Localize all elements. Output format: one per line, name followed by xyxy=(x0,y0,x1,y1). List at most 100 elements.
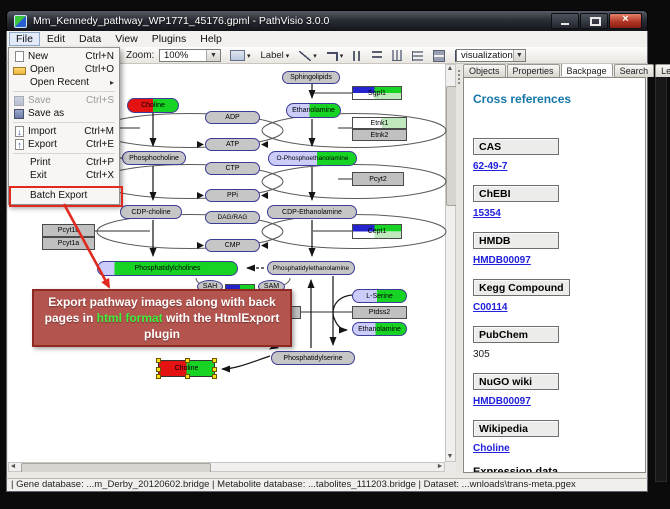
pathway-node-phosphatidylcholines[interactable]: Phosphatidylcholines xyxy=(97,261,238,276)
file-menu-import[interactable]: ImportCtrl+M xyxy=(9,125,119,138)
pathway-node-pcyt2[interactable]: Pcyt2 xyxy=(352,172,404,186)
file-menu-save[interactable]: SaveCtrl+S xyxy=(9,94,119,107)
pathway-node-choline-selected[interactable]: Choline xyxy=(158,360,215,377)
crossref-section-kegg-compound: Kegg CompoundC00114 xyxy=(473,278,639,313)
selection-handle[interactable] xyxy=(156,367,161,372)
crossref-link[interactable]: Choline xyxy=(473,443,639,454)
selection-handle[interactable] xyxy=(212,374,217,379)
tab-properties[interactable]: Properties xyxy=(507,64,560,77)
pathway-node-ethanolamine-top[interactable]: Ethanolamine xyxy=(286,103,341,118)
file-menu-open-recent[interactable]: Open Recent▸ xyxy=(9,76,119,89)
menu-shortcut: Ctrl+O xyxy=(79,64,114,75)
callout-highlight: html format xyxy=(97,311,163,325)
tab-legend[interactable]: Legend xyxy=(655,64,670,77)
selection-handle[interactable] xyxy=(156,374,161,379)
minimize-button[interactable] xyxy=(551,13,579,29)
zoom-value: 100% xyxy=(164,50,188,61)
stack-button[interactable] xyxy=(431,49,447,63)
file-menu-print[interactable]: PrintCtrl+P xyxy=(9,156,119,169)
tab-objects[interactable]: Objects xyxy=(463,64,506,77)
scroll-right-icon[interactable]: ► xyxy=(435,462,445,472)
tab-search[interactable]: Search xyxy=(614,64,655,77)
panel-splitter[interactable] xyxy=(456,64,462,472)
visualization-combobox[interactable]: visualization ▼ xyxy=(456,49,526,62)
pathway-node-pcyt1b[interactable]: Pcyt1b xyxy=(42,224,95,237)
menu-plugins[interactable]: Plugins xyxy=(145,32,193,46)
pathway-node-ctp[interactable]: CTP xyxy=(205,162,260,175)
menu-separator xyxy=(13,153,115,154)
chevron-down-icon[interactable]: ▼ xyxy=(206,50,220,61)
file-menu-export[interactable]: ExportCtrl+E xyxy=(9,138,119,151)
crossref-link[interactable]: HMDB00097 xyxy=(473,396,639,407)
file-menu-exit[interactable]: ExitCtrl+X xyxy=(9,169,119,182)
file-menu-dropdown: NewCtrl+NOpen Ctrl+OOpen Recent▸ SaveCtrl+… xyxy=(8,47,120,205)
line-icon xyxy=(299,51,311,61)
tab-backpage[interactable]: Backpage xyxy=(561,63,613,76)
pathway-node-cept1[interactable]: Cept1 xyxy=(352,224,402,239)
pathway-node-ptdss2[interactable]: Ptdss2 xyxy=(352,306,407,319)
selection-handle[interactable] xyxy=(185,374,190,379)
pathway-node-sphingolipids[interactable]: Sphingolipids xyxy=(282,71,340,84)
close-button[interactable] xyxy=(609,13,642,29)
scroll-left-icon[interactable]: ◄ xyxy=(8,462,18,472)
pathway-node-sgpl1[interactable]: Sgpl1 xyxy=(352,86,402,100)
align-vertical-center-button[interactable] xyxy=(370,49,384,63)
selection-handle[interactable] xyxy=(212,367,217,372)
pathway-node-o-phosphoethanolamine[interactable]: O-Phosphoethanolamine xyxy=(268,151,357,166)
maximize-button[interactable] xyxy=(580,13,608,29)
file-menu-new[interactable]: NewCtrl+N xyxy=(9,50,119,63)
connector-button[interactable]: ▾ xyxy=(325,49,346,63)
pathway-node-phosphatidylethanolamine[interactable]: Phosphatidylethanolamine xyxy=(267,261,355,275)
pathway-node-phosphatidylserine[interactable]: Phosphatidylserine xyxy=(271,351,355,365)
menu-file[interactable]: File xyxy=(9,32,40,46)
menu-view[interactable]: View xyxy=(108,32,145,46)
menu-item-label: Open xyxy=(30,64,54,75)
menu-data[interactable]: Data xyxy=(72,32,108,46)
selection-handle[interactable] xyxy=(185,358,190,363)
chevron-down-icon[interactable]: ▾ xyxy=(286,52,290,60)
menu-bar: FileEditDataViewPluginsHelp xyxy=(6,31,648,47)
crossref-link[interactable]: C00114 xyxy=(473,302,639,313)
menu-edit[interactable]: Edit xyxy=(40,32,72,46)
chevron-down-icon[interactable]: ▾ xyxy=(340,52,344,60)
align-horizontal-center-icon xyxy=(353,51,362,61)
pathway-node-adp[interactable]: ADP xyxy=(205,111,260,124)
line-button[interactable]: ▾ xyxy=(297,49,319,63)
chevron-down-icon[interactable]: ▼ xyxy=(513,50,525,61)
chevron-down-icon[interactable]: ▾ xyxy=(247,52,251,60)
distribute-horizontally-icon xyxy=(392,50,402,61)
distribute-horizontally-button[interactable] xyxy=(390,49,404,63)
crossref-link[interactable]: 15354 xyxy=(473,208,639,219)
label-button[interactable]: Label▾ xyxy=(259,49,292,63)
crossref-link[interactable]: HMDB00097 xyxy=(473,255,639,266)
scroll-up-icon[interactable]: ▲ xyxy=(445,64,455,74)
pathway-node-ethanolamine-bottom[interactable]: Ethanolamine xyxy=(352,322,407,336)
selection-handle[interactable] xyxy=(156,358,161,363)
distribute-vertically-button[interactable] xyxy=(410,49,425,63)
pathway-node-choline-top[interactable]: Choline xyxy=(127,98,179,113)
pathway-node-cdp-ethanolamine[interactable]: CDP-Ethanolamine xyxy=(267,205,357,219)
section-title: PubChem xyxy=(473,326,559,343)
selection-handle[interactable] xyxy=(212,358,217,363)
window-edge-strip xyxy=(655,70,667,482)
datanode-button[interactable]: ▾ xyxy=(228,49,253,63)
align-horizontal-center-button[interactable] xyxy=(351,49,364,63)
pathway-node-cdp-choline[interactable]: CDP-choline xyxy=(120,205,182,219)
file-menu-save-as[interactable]: Save as xyxy=(9,107,119,120)
zoom-combobox[interactable]: 100% ▼ xyxy=(159,49,221,62)
file-menu-open[interactable]: Open Ctrl+O xyxy=(9,63,119,76)
menu-help[interactable]: Help xyxy=(193,32,229,46)
menu-item-label: Open Recent xyxy=(30,77,89,88)
pathway-node-etnk2[interactable]: Etnk2 xyxy=(352,129,407,141)
crossref-link[interactable]: 62-49-7 xyxy=(473,161,639,172)
pathway-node-pcyt1a[interactable]: Pcyt1a xyxy=(42,237,95,250)
pathway-node-ppi[interactable]: PPi xyxy=(205,189,260,202)
chevron-down-icon[interactable]: ▾ xyxy=(313,52,317,60)
pathway-node-etnk1[interactable]: Etnk1 xyxy=(352,117,407,129)
pathway-node-atp[interactable]: ATP xyxy=(205,138,260,151)
pathway-node-phosphocholine[interactable]: Phosphocholine xyxy=(122,151,186,165)
pathway-node-dag[interactable]: DAG/RAG xyxy=(205,211,260,224)
scroll-down-icon[interactable]: ▼ xyxy=(445,452,455,462)
pathway-node-l-serine[interactable]: L-Serine xyxy=(352,289,407,303)
pathway-node-cmp[interactable]: CMP xyxy=(205,239,260,252)
